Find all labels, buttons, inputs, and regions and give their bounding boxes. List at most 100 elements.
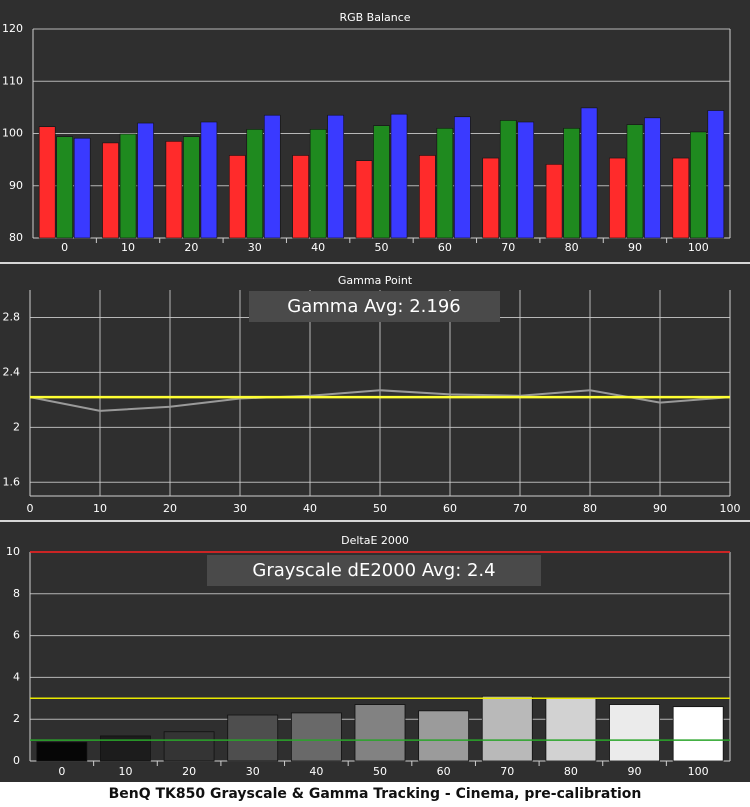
- calibration-report: RGB Balance 80 90 100 110 120 0 10 20 30 40 50 60 70 8…: [0, 0, 750, 807]
- x-tick-label: 80: [564, 765, 578, 778]
- x-tick-label: 100: [688, 765, 709, 778]
- y-tick-label: 2: [13, 420, 20, 433]
- deltae-bar: [672, 706, 724, 762]
- green-bar: [499, 120, 517, 239]
- charts-canvas: RGB Balance80901001101200 10 20 30 40 50 60 70 8…: [0, 0, 750, 782]
- y-tick-label: 2.4: [3, 365, 21, 378]
- x-tick-label: 0: [58, 765, 65, 778]
- x-tick-label: 10: [121, 241, 135, 254]
- green-bar: [436, 127, 454, 239]
- red-bar: [38, 126, 56, 239]
- green-bar: [690, 131, 707, 239]
- y-tick-label: 2.8: [3, 310, 21, 323]
- x-tick-label: 70: [513, 502, 527, 515]
- x-tick-label: 20: [184, 241, 198, 254]
- x-tick-label: 40: [311, 241, 325, 254]
- x-tick-label: 20: [182, 765, 196, 778]
- y-tick-label: 10: [6, 545, 20, 558]
- red-bar: [672, 157, 690, 239]
- gamma-avg-annotation: Gamma Avg: 2.196: [287, 296, 460, 317]
- x-tick-label: 90: [628, 765, 642, 778]
- blue-bar: [707, 110, 725, 239]
- red-bar: [292, 155, 309, 239]
- green-bar: [373, 125, 390, 239]
- x-tick-label: 70: [500, 765, 514, 778]
- x-tick-label: 30: [233, 502, 247, 515]
- rgb-balance-chart: RGB Balance 80 90 100 110 120 0 10 20 30 40 50 60 70 8…: [0, 0, 750, 262]
- x-tick-label: 40: [309, 765, 323, 778]
- x-tick-label: 30: [248, 241, 262, 254]
- deltae-bar: [290, 712, 342, 762]
- deltae-bar: [227, 714, 279, 762]
- x-tick-label: 40: [303, 502, 317, 515]
- y-tick-label: 100: [2, 127, 23, 140]
- green-bar: [309, 129, 327, 239]
- chart-title: Gamma Point: [338, 274, 413, 287]
- red-bar: [165, 141, 183, 239]
- blue-bar: [390, 113, 408, 239]
- deltae-avg-annotation: Grayscale dE2000 Avg: 2.4: [252, 560, 495, 581]
- x-tick-label: 80: [583, 502, 597, 515]
- deltae-2000-chart: DeltaE 200002468100 10 20 30 40 50 60 70 80 90 100…: [0, 522, 750, 782]
- gamma-point-chart: Gamma Point 1.6 2 2.4 2.8 0 10 20 30 40 50 60 70 80 90…: [0, 264, 750, 520]
- deltae-bar: [354, 704, 406, 762]
- x-tick-label: 30: [246, 765, 260, 778]
- blue-bar: [263, 114, 281, 239]
- red-bar: [545, 164, 563, 239]
- chart-title: RGB Balance: [339, 11, 410, 24]
- x-tick-label: 60: [438, 241, 452, 254]
- x-tick-label: 20: [163, 502, 177, 515]
- green-bar: [183, 136, 200, 239]
- x-tick-label: 10: [93, 502, 107, 515]
- deltae-bar: [609, 704, 660, 762]
- x-tick-label: 100: [688, 241, 709, 254]
- green-bar: [563, 127, 580, 239]
- red-bar: [419, 155, 436, 239]
- x-tick-label: 50: [373, 765, 387, 778]
- chart-title: DeltaE 2000: [341, 534, 409, 547]
- deltae-bar: [36, 741, 88, 762]
- deltae-bar: [418, 710, 470, 762]
- red-bar: [482, 157, 500, 239]
- blue-bar: [644, 117, 661, 239]
- blue-bar: [200, 121, 218, 239]
- x-tick-label: 50: [373, 502, 387, 515]
- blue-bar: [327, 114, 344, 239]
- red-bar: [102, 142, 119, 239]
- red-bar: [228, 155, 246, 239]
- y-tick-label: 0: [13, 754, 20, 767]
- green-bar: [626, 124, 644, 239]
- figure-caption: BenQ TK850 Grayscale & Gamma Tracking - …: [0, 782, 750, 807]
- green-bar: [56, 136, 73, 239]
- blue-bar: [517, 121, 535, 239]
- x-tick-label: 90: [628, 241, 642, 254]
- green-bar: [119, 133, 137, 239]
- deltae-bar: [545, 697, 597, 762]
- y-tick-label: 2: [13, 712, 20, 725]
- deltae-bar: [163, 731, 215, 762]
- x-tick-label: 0: [61, 241, 68, 254]
- y-tick-label: 6: [13, 629, 20, 642]
- y-tick-label: 120: [2, 22, 23, 35]
- x-tick-label: 0: [27, 502, 34, 515]
- blue-bar: [73, 137, 91, 239]
- y-tick-label: 110: [2, 74, 23, 87]
- x-tick-label: 100: [720, 502, 741, 515]
- x-tick-label: 70: [501, 241, 515, 254]
- y-tick-label: 1.6: [3, 475, 21, 488]
- y-tick-label: 80: [9, 231, 23, 244]
- x-tick-label: 60: [443, 502, 457, 515]
- deltae-bar: [481, 695, 533, 762]
- x-tick-label: 80: [565, 241, 579, 254]
- blue-bar: [454, 116, 471, 239]
- x-tick-label: 90: [653, 502, 667, 515]
- y-tick-label: 8: [13, 587, 20, 600]
- y-tick-label: 4: [13, 670, 20, 683]
- x-tick-label: 60: [437, 765, 451, 778]
- x-tick-label: 10: [118, 765, 132, 778]
- blue-bar: [137, 122, 154, 239]
- blue-bar: [580, 107, 598, 239]
- x-tick-label: 50: [375, 241, 389, 254]
- y-tick-label: 90: [9, 179, 23, 192]
- red-bar: [609, 157, 626, 239]
